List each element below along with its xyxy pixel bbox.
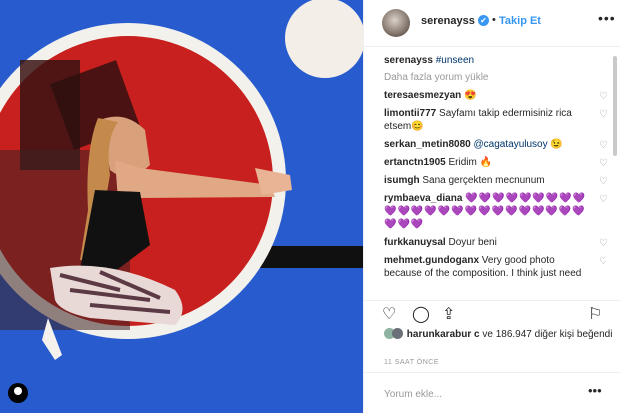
like-comment-heart-icon[interactable]: ♡ (599, 157, 608, 170)
heart-icon[interactable]: ♡ (382, 307, 396, 323)
like-comment-heart-icon[interactable]: ♡ (599, 108, 608, 121)
follow-button[interactable]: Takip Et (499, 15, 541, 27)
photo-artwork (0, 0, 363, 413)
header-username[interactable]: serenayss (421, 15, 475, 27)
likes-count-text[interactable]: ve 186.947 diğer kişi beğendi (482, 329, 612, 340)
comment-username[interactable]: mehmet.gundoganx (384, 255, 479, 266)
comment-item: teresaesmezyan 😍 ♡ (384, 89, 608, 103)
comment-text: Doyur beni (448, 237, 497, 248)
likes-summary: harunkarabur c ve 186.947 diğer kişi beğ… (384, 328, 614, 341)
comment-text: 😍 (464, 90, 477, 101)
avatar[interactable] (382, 9, 410, 37)
load-more-comments-button[interactable]: Daha fazla yorum yükle (384, 71, 606, 84)
liker-avatar (392, 328, 403, 339)
comment-item: mehmet.gundoganx Very good photo because… (384, 254, 606, 280)
comments-scrollbar[interactable] (613, 56, 617, 156)
caption: serenayss #unseen (384, 54, 606, 67)
comment-item: rymbaeva_diana 💜💜💜💜💜💜💜💜💜💜💜💜💜💜💜💜💜💜💜💜💜💜💜💜💜… (384, 192, 608, 231)
like-comment-heart-icon[interactable]: ♡ (599, 237, 608, 250)
comment-item: furkkanuysal Doyur beni ♡ (384, 236, 608, 250)
comment-username[interactable]: teresaesmezyan (384, 90, 461, 101)
like-comment-heart-icon[interactable]: ♡ (599, 90, 608, 103)
like-comment-heart-icon[interactable]: ♡ (599, 193, 608, 206)
comment-options-icon[interactable]: ••• (588, 383, 602, 398)
add-comment-bar: ••• (364, 372, 620, 413)
like-comment-heart-icon[interactable]: ♡ (599, 255, 606, 268)
comment-item: limontii777 Sayfamı takip edermisiniz ri… (384, 107, 608, 133)
more-options-icon[interactable]: ••• (598, 10, 616, 26)
comment-item: isumgh Sana gerçekten mecnunum ♡ (384, 174, 608, 188)
action-bar: ♡ ◯ ⇪ ⚐ (364, 300, 620, 329)
like-comment-heart-icon[interactable]: ♡ (599, 175, 608, 188)
comments-list: serenayss #unseen Daha fazla yorum yükle… (384, 54, 608, 280)
comment-username[interactable]: isumgh (384, 175, 420, 186)
comment-username[interactable]: furkkanuysal (384, 237, 446, 248)
comment-text: Eridim 🔥 (448, 157, 493, 168)
bookmark-icon[interactable]: ⚐ (588, 307, 602, 323)
comment-username[interactable]: rymbaeva_diana (384, 193, 462, 204)
liker-username[interactable]: harunkarabur c (407, 329, 480, 340)
post-timestamp: 11 SAAT ÖNCE (384, 359, 440, 366)
comment-text: Sana gerçekten mecnunum (422, 175, 545, 186)
user-tag-icon[interactable] (8, 383, 28, 403)
verified-badge-icon: ✔ (478, 15, 489, 26)
comment-icon[interactable]: ◯ (412, 307, 430, 323)
comment-text: @cagatayulusoy 😉 (473, 139, 563, 150)
add-comment-input[interactable] (382, 384, 586, 404)
caption-username[interactable]: serenayss (384, 55, 433, 66)
comment-item: ertanctn1905 Eridim 🔥 ♡ (384, 156, 608, 170)
post-header: serenayss ✔ • Takip Et ••• (364, 0, 620, 47)
comment-item: serkan_metin8080 @cagatayulusoy 😉 ♡ (384, 138, 608, 152)
comment-username[interactable]: serkan_metin8080 (384, 139, 471, 150)
caption-hashtag[interactable]: #unseen (436, 55, 474, 66)
comment-username[interactable]: limontii777 (384, 108, 436, 119)
separator-dot: • (492, 14, 496, 26)
instagram-post-view: serenayss ✔ • Takip Et ••• serenayss #un… (0, 0, 620, 413)
comment-username[interactable]: ertanctn1905 (384, 157, 446, 168)
like-comment-heart-icon[interactable]: ♡ (599, 139, 608, 152)
post-photo[interactable] (0, 0, 363, 413)
post-sidebar: serenayss ✔ • Takip Et ••• serenayss #un… (363, 0, 620, 413)
share-icon[interactable]: ⇪ (442, 307, 455, 323)
